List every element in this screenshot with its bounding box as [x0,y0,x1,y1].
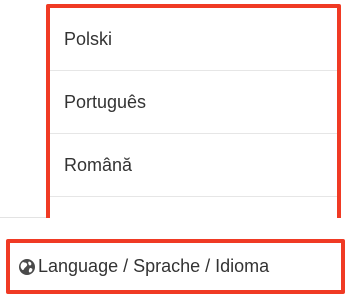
language-switcher-button[interactable]: Language / Sprache / Idioma [6,239,345,294]
language-switcher-label: Language / Sprache / Idioma [38,256,270,276]
language-option-label: Polski [64,28,113,49]
globe-icon [18,258,36,276]
language-option-polski[interactable]: Polski [50,8,337,71]
language-option-romana[interactable]: Română [50,134,337,197]
language-option-label: Română [64,154,133,175]
language-option-label: Português [64,91,147,112]
language-selector-screen: Polski Português Română Language / Sprac… [0,0,348,298]
language-option-portugues[interactable]: Português [50,71,337,134]
language-dropdown-menu: Polski Português Română [46,4,341,228]
